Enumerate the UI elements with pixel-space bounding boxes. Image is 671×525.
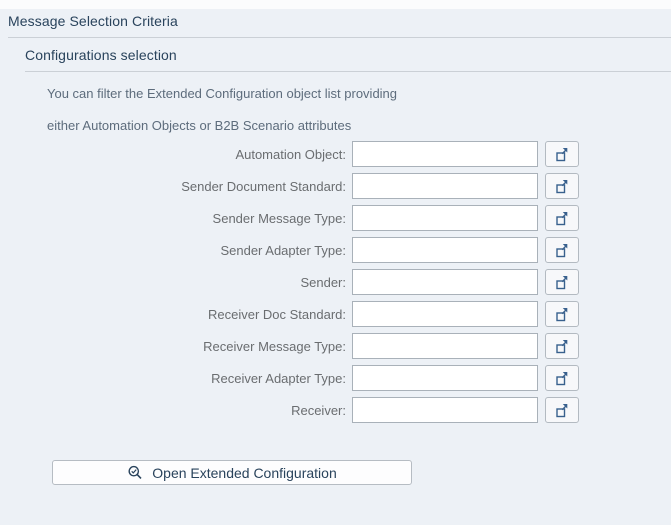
form-row: Sender Document Standard: [0, 173, 671, 199]
value-help-icon [554, 338, 570, 354]
description-line-2: either Automation Objects or B2B Scenari… [47, 118, 351, 133]
field-input[interactable] [352, 173, 538, 199]
field-label: Automation Object: [0, 147, 352, 162]
form-row: Receiver Adapter Type: [0, 365, 671, 391]
value-help-icon [554, 402, 570, 418]
form-row: Receiver Doc Standard: [0, 301, 671, 327]
field-input[interactable] [352, 269, 538, 295]
value-help-icon [554, 146, 570, 162]
field-input[interactable] [352, 205, 538, 231]
top-strip [0, 0, 671, 9]
value-help-button[interactable] [545, 141, 579, 167]
value-help-button[interactable] [545, 237, 579, 263]
value-help-button[interactable] [545, 365, 579, 391]
field-label: Receiver Doc Standard: [0, 307, 352, 322]
form-row: Sender: [0, 269, 671, 295]
field-label: Receiver: [0, 403, 352, 418]
value-help-icon [554, 210, 570, 226]
field-input[interactable] [352, 397, 538, 423]
value-help-button[interactable] [545, 269, 579, 295]
field-label: Sender: [0, 275, 352, 290]
value-help-button[interactable] [545, 173, 579, 199]
field-label: Sender Adapter Type: [0, 243, 352, 258]
field-input[interactable] [352, 141, 538, 167]
search-check-icon [127, 465, 143, 481]
value-help-button[interactable] [545, 333, 579, 359]
title-divider [8, 37, 671, 38]
value-help-button[interactable] [545, 301, 579, 327]
form-row: Automation Object: [0, 141, 671, 167]
field-input[interactable] [352, 365, 538, 391]
field-input[interactable] [352, 301, 538, 327]
value-help-icon [554, 274, 570, 290]
field-label: Receiver Adapter Type: [0, 371, 352, 386]
value-help-button[interactable] [545, 205, 579, 231]
value-help-icon [554, 178, 570, 194]
page-title: Message Selection Criteria [8, 13, 178, 29]
open-extended-configuration-button[interactable]: Open Extended Configuration [52, 460, 412, 485]
value-help-icon [554, 306, 570, 322]
form-row: Sender Message Type: [0, 205, 671, 231]
field-input[interactable] [352, 237, 538, 263]
field-input[interactable] [352, 333, 538, 359]
field-label: Sender Document Standard: [0, 179, 352, 194]
description-line-1: You can filter the Extended Configuratio… [47, 86, 397, 101]
value-help-icon [554, 370, 570, 386]
value-help-icon [554, 242, 570, 258]
section-divider [25, 71, 671, 72]
field-label: Receiver Message Type: [0, 339, 352, 354]
open-extended-configuration-label: Open Extended Configuration [152, 465, 336, 481]
form-row: Receiver Message Type: [0, 333, 671, 359]
section-title: Configurations selection [25, 47, 177, 63]
form-row: Sender Adapter Type: [0, 237, 671, 263]
field-label: Sender Message Type: [0, 211, 352, 226]
value-help-button[interactable] [545, 397, 579, 423]
form-rows: Automation Object: Sender Document Stand… [0, 141, 671, 429]
form-row: Receiver: [0, 397, 671, 423]
